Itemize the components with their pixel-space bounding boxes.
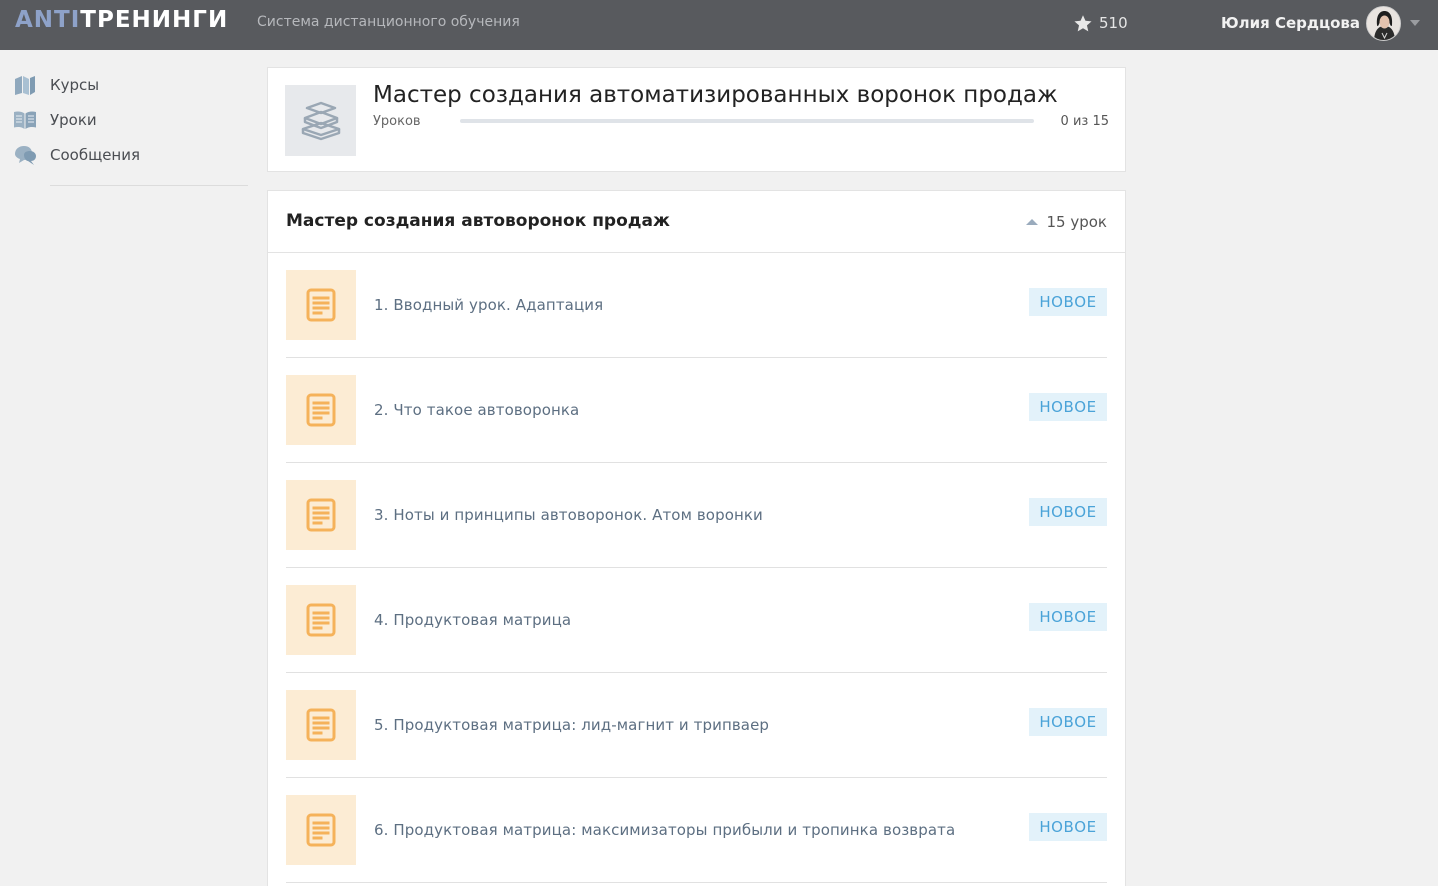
- module-toggle[interactable]: 15 урок: [1025, 213, 1108, 231]
- lesson-row[interactable]: 4. Продуктовая матрица НОВОЕ: [286, 568, 1107, 673]
- lesson-title[interactable]: 1. Вводный урок. Адаптация: [374, 296, 603, 314]
- lesson-row[interactable]: 1. Вводный урок. Адаптация НОВОЕ: [286, 253, 1107, 358]
- caret-down-icon[interactable]: [1410, 20, 1420, 26]
- lesson-row[interactable]: 3. Ноты и принципы автоворонок. Атом вор…: [286, 463, 1107, 568]
- sidebar-item-lessons[interactable]: Уроки: [13, 108, 97, 132]
- progress-count: 0 из 15: [1060, 114, 1109, 129]
- document-icon: [286, 375, 356, 445]
- sidebar-item-label: Уроки: [50, 111, 97, 129]
- sidebar-item-messages[interactable]: Сообщения: [13, 143, 140, 167]
- new-badge: НОВОЕ: [1029, 498, 1107, 526]
- lesson-row[interactable]: 5. Продуктовая матрица: лид-магнит и три…: [286, 673, 1107, 778]
- lesson-title[interactable]: 4. Продуктовая матрица: [374, 611, 571, 629]
- sidebar-item-label: Сообщения: [50, 146, 141, 164]
- lesson-title[interactable]: 5. Продуктовая матрица: лид-магнит и три…: [374, 716, 769, 734]
- lessons-icon: [13, 108, 37, 132]
- points-counter[interactable]: 510: [1073, 12, 1128, 34]
- messages-icon: [13, 143, 37, 167]
- lessons-label: Уроков: [373, 114, 421, 129]
- courses-icon: [13, 73, 37, 97]
- module-header[interactable]: Мастер создания автоворонок продаж 15 ур…: [268, 191, 1125, 253]
- document-icon: [286, 270, 356, 340]
- document-icon: [286, 585, 356, 655]
- books-icon: [285, 85, 356, 156]
- lesson-row[interactable]: 6. Продуктовая матрица: максимизаторы пр…: [286, 778, 1107, 883]
- course-header-card: Мастер создания автоматизированных ворон…: [267, 67, 1126, 172]
- site-subtitle: Система дистанционного обучения: [257, 14, 520, 30]
- course-progress-bar: [460, 119, 1034, 123]
- star-icon: [1073, 14, 1093, 33]
- collapse-up-icon: [1025, 219, 1038, 225]
- logo-anti: ANTI: [15, 7, 81, 33]
- logo-trainings: ТРЕНИНГИ: [80, 7, 229, 33]
- course-title: Мастер создания автоматизированных ворон…: [373, 82, 1058, 108]
- sidebar-item-label: Курсы: [50, 76, 100, 94]
- new-badge: НОВОЕ: [1029, 288, 1107, 316]
- module-card: Мастер создания автоворонок продаж 15 ур…: [267, 190, 1126, 886]
- logo[interactable]: ANTIТРЕНИНГИ: [15, 7, 228, 33]
- sidebar-divider: [50, 185, 248, 186]
- document-icon: [286, 690, 356, 760]
- sidebar-item-courses[interactable]: Курсы: [13, 73, 99, 97]
- top-bar: ANTIТРЕНИНГИ Система дистанционного обуч…: [0, 0, 1438, 50]
- document-icon: [286, 480, 356, 550]
- avatar[interactable]: [1366, 6, 1401, 41]
- new-badge: НОВОЕ: [1029, 708, 1107, 736]
- lesson-row[interactable]: 2. Что такое автоворонка НОВОЕ: [286, 358, 1107, 463]
- new-badge: НОВОЕ: [1029, 813, 1107, 841]
- module-title: Мастер создания автоворонок продаж: [286, 211, 670, 231]
- user-name[interactable]: Юлия Сердцова: [1221, 14, 1360, 32]
- module-lesson-count: 15 урок: [1046, 213, 1108, 231]
- new-badge: НОВОЕ: [1029, 393, 1107, 421]
- lesson-title[interactable]: 3. Ноты и принципы автоворонок. Атом вор…: [374, 506, 763, 524]
- document-icon: [286, 795, 356, 865]
- points-value: 510: [1099, 14, 1128, 32]
- new-badge: НОВОЕ: [1029, 603, 1107, 631]
- lesson-title[interactable]: 2. Что такое автоворонка: [374, 401, 579, 419]
- lesson-title[interactable]: 6. Продуктовая матрица: максимизаторы пр…: [374, 821, 955, 839]
